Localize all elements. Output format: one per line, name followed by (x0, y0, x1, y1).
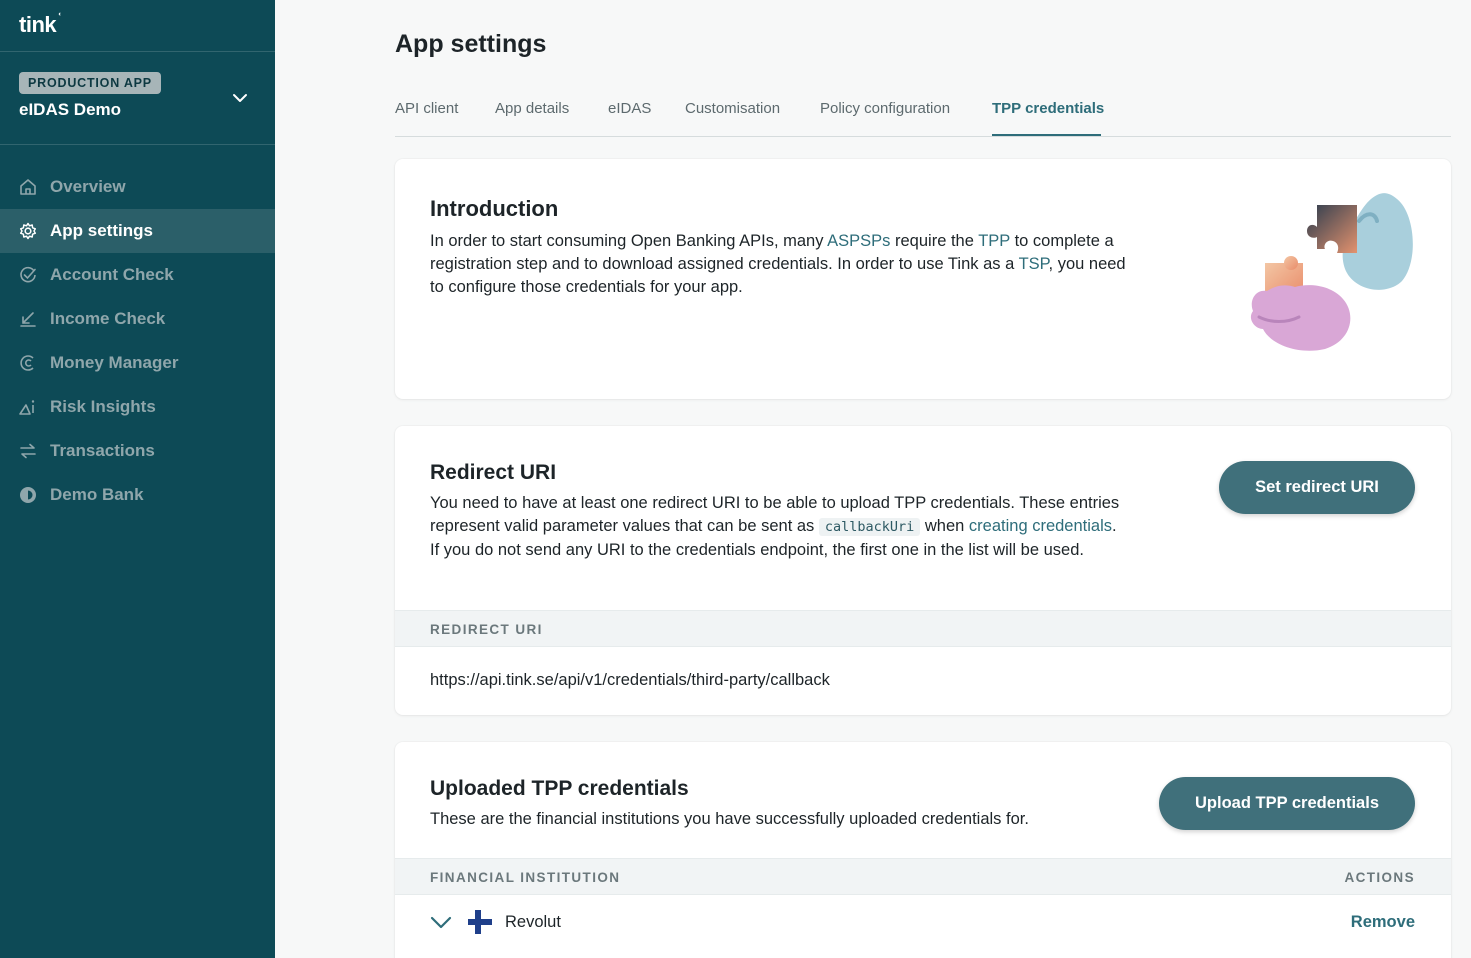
income-arrow-icon (18, 309, 38, 329)
upload-tpp-credentials-button[interactable]: Upload TPP credentials (1159, 777, 1415, 830)
tab-customisation[interactable]: Customisation (685, 100, 780, 117)
puzzle-hands-illustration (1250, 193, 1413, 351)
risk-insights-icon (18, 397, 38, 417)
financial-institution-column-header: FINANCIAL INSTITUTION (430, 870, 621, 885)
sidebar-item-account-check[interactable]: Account Check (0, 253, 275, 297)
remove-button[interactable]: Remove (1351, 913, 1415, 932)
logo-mark: ʿ (57, 10, 62, 28)
actions-column-header: ACTIONS (1344, 870, 1415, 885)
redirect-uri-title: Redirect URI (430, 461, 557, 484)
sidebar-nav: Overview App settings Account Check Inco… (0, 165, 275, 517)
redirect-uri-table-header: REDIRECT URI (395, 610, 1451, 647)
sidebar-item-label: Transactions (50, 441, 155, 460)
settings-tabs: API client App details eIDAS Customisati… (395, 96, 1451, 137)
credentials-table-header: FINANCIAL INSTITUTION ACTIONS (395, 858, 1451, 895)
sidebar-item-label: Money Manager (50, 353, 179, 372)
page-title: App settings (395, 30, 547, 58)
sidebar-item-label: Account Check (50, 265, 174, 284)
environment-badge: PRODUCTION APP (19, 72, 161, 94)
redirect-uri-card: Redirect URI You need to have at least o… (395, 426, 1451, 715)
sidebar-item-transactions[interactable]: Transactions (0, 429, 275, 473)
introduction-title: Introduction (430, 196, 559, 221)
check-circle-icon (18, 265, 38, 285)
callback-uri-code: callbackUri (818, 518, 921, 536)
sidebar-item-app-settings[interactable]: App settings (0, 209, 275, 253)
introduction-card: Introduction In order to start consuming… (395, 159, 1451, 399)
aspsps-link[interactable]: ASPSPs (827, 232, 890, 250)
sidebar-item-label: Demo Bank (50, 485, 144, 504)
tink-logo[interactable]: tink ʿ (19, 10, 62, 38)
sidebar-item-label: App settings (50, 221, 153, 240)
tpp-link[interactable]: TPP (978, 232, 1010, 250)
home-icon (18, 177, 38, 197)
sidebar-divider (0, 144, 275, 145)
sidebar-item-money-manager[interactable]: Money Manager (0, 341, 275, 385)
sidebar: tink ʿ PRODUCTION APP eIDAS Demo Overview… (0, 0, 275, 958)
redirect-uri-description: You need to have at least one redirect U… (430, 494, 1120, 559)
tab-eidas[interactable]: eIDAS (608, 100, 651, 117)
chevron-down-icon[interactable] (230, 88, 250, 108)
gear-icon (18, 221, 38, 241)
sidebar-item-label: Income Check (50, 309, 166, 328)
app-name: eIDAS Demo (19, 100, 122, 119)
uploaded-credentials-description: These are the financial institutions you… (430, 810, 1029, 828)
tab-policy-configuration[interactable]: Policy configuration (820, 100, 950, 117)
demo-bank-icon (18, 485, 38, 505)
introduction-text: In order to start consuming Open Banking… (430, 232, 1126, 296)
institution-name[interactable]: Revolut (505, 913, 561, 932)
active-tab-indicator (992, 134, 1101, 136)
sidebar-item-income-check[interactable]: Income Check (0, 297, 275, 341)
app-switcher[interactable]: PRODUCTION APP eIDAS Demo (0, 52, 275, 144)
sidebar-item-overview[interactable]: Overview (0, 165, 275, 209)
redirect-uri-column-header: REDIRECT URI (430, 622, 543, 637)
redirect-uri-row: https://api.tink.se/api/v1/credentials/t… (430, 671, 830, 689)
set-redirect-uri-button[interactable]: Set redirect URI (1219, 461, 1415, 514)
tab-tpp-credentials[interactable]: TPP credentials (992, 100, 1104, 117)
money-manager-icon (18, 353, 38, 373)
finland-flag-icon (468, 910, 492, 934)
uploaded-credentials-card: Uploaded TPP credentials These are the f… (395, 742, 1451, 958)
tsp-link[interactable]: TSP (1019, 255, 1049, 273)
chevron-down-icon[interactable] (430, 913, 452, 931)
sidebar-item-label: Risk Insights (50, 397, 156, 416)
sidebar-item-demo-bank[interactable]: Demo Bank (0, 473, 275, 517)
tab-api-client[interactable]: API client (395, 100, 458, 117)
tab-app-details[interactable]: App details (495, 100, 569, 117)
uploaded-credentials-title: Uploaded TPP credentials (430, 777, 689, 800)
sidebar-item-label: Overview (50, 177, 126, 196)
creating-credentials-link[interactable]: creating credentials (969, 517, 1112, 535)
sidebar-item-risk-insights[interactable]: Risk Insights (0, 385, 275, 429)
transfer-arrows-icon (18, 441, 38, 461)
logo-text: tink (19, 12, 57, 37)
